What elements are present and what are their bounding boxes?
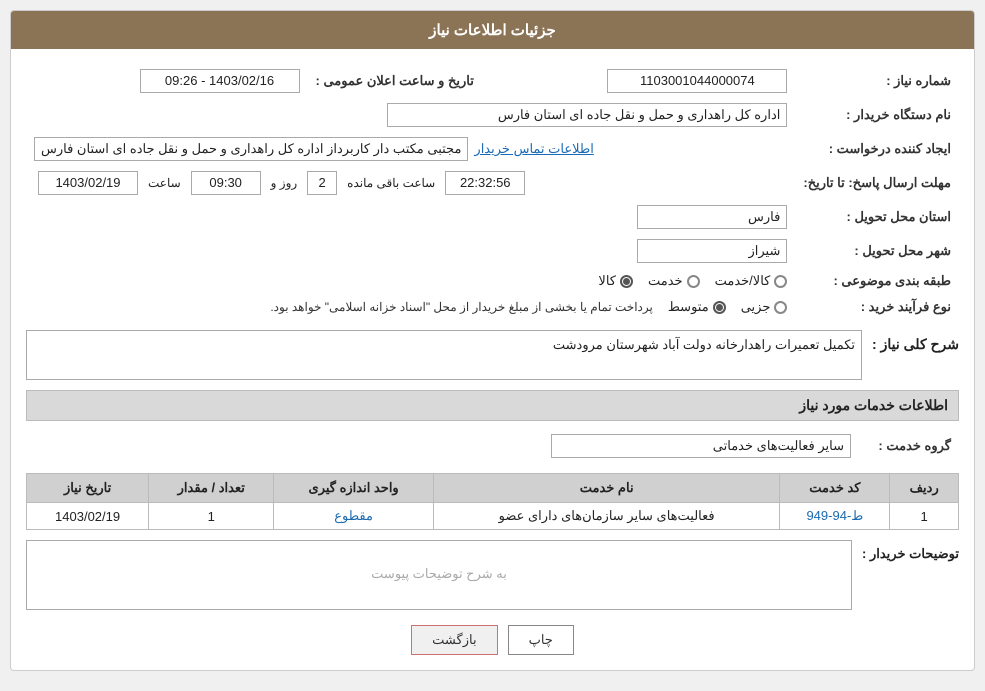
category-label: طبقه بندی موضوعی :: [795, 268, 959, 294]
radio-motevaset-icon: [713, 301, 726, 314]
announce-date-label: تاریخ و ساعت اعلان عمومی :: [308, 64, 482, 98]
radio-kala-khadamat-label: کالا/خدمت: [715, 273, 771, 289]
cell-row-num: 1: [890, 503, 959, 530]
creator-value: مجتبی مکتب دار کاربرداز اداره کل راهداری…: [34, 137, 468, 161]
page-wrapper: جزئیات اطلاعات نیاز شماره نیاز : 1103001…: [0, 0, 985, 681]
radio-kala-label: کالا: [598, 273, 616, 289]
radio-khadamat-label: خدمت: [648, 273, 683, 289]
reply-date: 1403/02/19: [38, 171, 138, 195]
info-section: شماره نیاز : 1103001044000074 تاریخ و سا…: [26, 64, 959, 320]
page-title: جزئیات اطلاعات نیاز: [429, 22, 556, 39]
radio-kala-khadamat-icon: [774, 275, 787, 288]
buttons-row: چاپ بازگشت: [26, 625, 959, 655]
purchase-type-option-jozi[interactable]: جزیی: [741, 299, 788, 315]
reply-remaining: 22:32:56: [445, 171, 525, 195]
col-service-name: نام خدمت: [433, 474, 780, 503]
buyer-org-label: نام دستگاه خریدار :: [795, 98, 959, 132]
service-group-table: گروه خدمت : سایر فعالیت‌های خدماتی: [26, 429, 959, 463]
radio-khadamat-icon: [687, 275, 700, 288]
buyer-org-value: اداره کل راهداری و حمل و نقل جاده ای است…: [387, 103, 787, 127]
cell-service-code: ط-94-949: [780, 503, 890, 530]
services-table: ردیف کد خدمت نام خدمت واحد اندازه گیری ت…: [26, 473, 959, 530]
card-header: جزئیات اطلاعات نیاز: [11, 11, 974, 49]
col-service-code: کد خدمت: [780, 474, 890, 503]
city-value: شیراز: [637, 239, 787, 263]
reply-time-label: ساعت: [148, 176, 181, 190]
col-unit: واحد اندازه گیری: [274, 474, 433, 503]
announce-date-value: 1403/02/16 - 09:26: [140, 69, 300, 93]
purchase-type-option-motevaset[interactable]: متوسط: [668, 299, 726, 315]
col-row-num: ردیف: [890, 474, 959, 503]
request-number-value: 1103001044000074: [607, 69, 787, 93]
radio-motevaset-label: متوسط: [668, 299, 709, 315]
reply-remaining-label: ساعت باقی مانده: [347, 176, 435, 190]
creator-label: ایجاد کننده درخواست :: [795, 132, 959, 166]
category-option-khadamat[interactable]: خدمت: [648, 273, 700, 289]
reply-time: 09:30: [191, 171, 261, 195]
table-row: 1 ط-94-949 فعالیت‌های سایر سازمان‌های دا…: [27, 503, 959, 530]
cell-service-name: فعالیت‌های سایر سازمان‌های دارای عضو: [433, 503, 780, 530]
card-body: شماره نیاز : 1103001044000074 تاریخ و سا…: [11, 49, 974, 670]
cell-quantity: 1: [149, 503, 274, 530]
description-value: تکمیل تعمیرات راهدارخانه دولت آباد شهرست…: [26, 330, 862, 380]
reply-days-label: روز و: [271, 176, 298, 190]
description-label: شرح کلی نیاز :: [872, 330, 959, 359]
contact-link[interactable]: اطلاعات تماس خریدار: [474, 141, 593, 157]
main-card: جزئیات اطلاعات نیاز شماره نیاز : 1103001…: [10, 10, 975, 671]
province-value: فارس: [637, 205, 787, 229]
province-label: استان محل تحویل :: [795, 200, 959, 234]
purchase-type-label: نوع فرآیند خرید :: [795, 294, 959, 320]
cell-date: 1403/02/19: [27, 503, 149, 530]
radio-jozi-label: جزیی: [741, 299, 771, 315]
radio-kala-icon: [620, 275, 633, 288]
services-section-title: اطلاعات خدمات مورد نیاز: [26, 390, 959, 421]
col-quantity: تعداد / مقدار: [149, 474, 274, 503]
service-group-label: گروه خدمت :: [859, 429, 959, 463]
category-radio-group: کالا/خدمت خدمت کالا: [34, 273, 787, 289]
city-label: شهر محل تحویل :: [795, 234, 959, 268]
reply-days: 2: [307, 171, 337, 195]
service-group-value: سایر فعالیت‌های خدماتی: [551, 434, 851, 458]
buyer-desc-placeholder[interactable]: به شرح توضیحات پیوست: [26, 540, 852, 610]
cell-unit: مقطوع: [274, 503, 433, 530]
category-option-kala-khadamat[interactable]: کالا/خدمت: [715, 273, 788, 289]
back-button[interactable]: بازگشت: [411, 625, 497, 655]
purchase-type-radio-group: جزیی متوسط: [668, 299, 788, 315]
print-button[interactable]: چاپ: [508, 625, 574, 655]
reply-deadline-label: مهلت ارسال پاسخ: تا تاریخ:: [795, 166, 959, 200]
purchase-note: پرداخت تمام یا بخشی از مبلغ خریدار از مح…: [270, 300, 653, 314]
radio-jozi-icon: [774, 301, 787, 314]
category-option-kala[interactable]: کالا: [598, 273, 633, 289]
buyer-desc-label: توضیحات خریدار :: [862, 540, 959, 562]
col-date: تاریخ نیاز: [27, 474, 149, 503]
request-number-label: شماره نیاز :: [795, 64, 959, 98]
